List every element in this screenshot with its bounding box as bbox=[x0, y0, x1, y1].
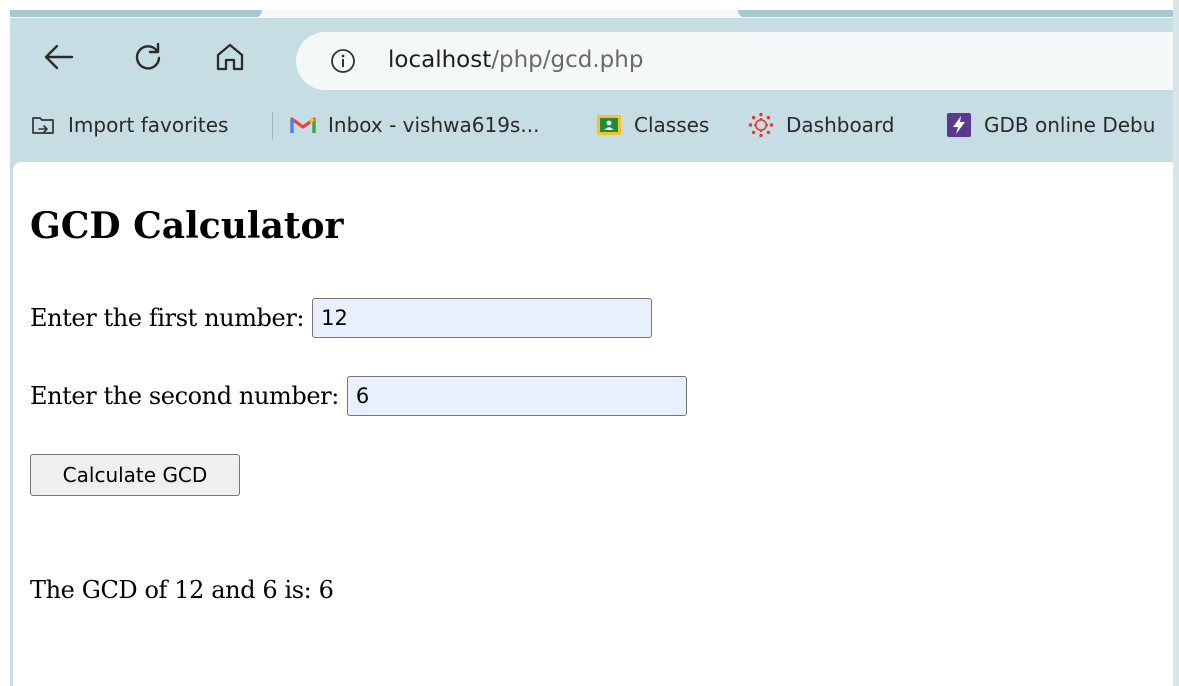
bookmark-label: GDB online Debu bbox=[984, 113, 1156, 137]
canvas-lms-icon bbox=[748, 112, 774, 138]
browser-window: localhost/php/gcd.php Import favorites I… bbox=[10, 10, 1173, 686]
bookmarks-bar: Import favorites Inbox - vishwa619s... C… bbox=[10, 102, 1173, 148]
bookmark-label: Classes bbox=[634, 113, 710, 137]
gmail-icon bbox=[290, 112, 316, 138]
gdb-lightning-icon bbox=[946, 112, 972, 138]
first-number-label: Enter the first number: bbox=[30, 304, 305, 332]
import-favorites-icon bbox=[30, 112, 56, 138]
refresh-button[interactable] bbox=[128, 37, 168, 77]
url-text[interactable]: localhost/php/gcd.php bbox=[388, 45, 643, 75]
browser-toolbar: localhost/php/gcd.php bbox=[10, 17, 1173, 95]
second-number-row: Enter the second number: bbox=[30, 376, 687, 416]
first-number-row: Enter the first number: bbox=[30, 298, 653, 338]
gcd-result: The GCD of 12 and 6 is: 6 bbox=[30, 576, 334, 604]
page-title: GCD Calculator bbox=[30, 205, 344, 247]
url-path: /php/gcd.php bbox=[491, 47, 644, 73]
bookmark-label: Inbox - vishwa619s... bbox=[328, 113, 540, 137]
url-host: localhost bbox=[388, 47, 492, 73]
page-content: GCD Calculator Enter the first number: E… bbox=[13, 162, 1173, 686]
bookmark-inbox[interactable]: Inbox - vishwa619s... bbox=[290, 110, 539, 140]
bookmark-label: Import favorites bbox=[68, 113, 229, 137]
back-button[interactable] bbox=[39, 37, 79, 77]
home-icon bbox=[216, 43, 244, 71]
home-button[interactable] bbox=[210, 37, 250, 77]
tab-strip-left bbox=[10, 10, 262, 17]
window-right-edge bbox=[1173, 0, 1179, 686]
bookmark-classes[interactable]: Classes bbox=[596, 110, 709, 140]
refresh-icon bbox=[135, 42, 161, 70]
bookmark-gdb-online[interactable]: GDB online Debu bbox=[946, 110, 1155, 140]
bookmark-import-favorites[interactable]: Import favorites bbox=[30, 110, 228, 140]
bookmark-dashboard[interactable]: Dashboard bbox=[748, 110, 895, 140]
address-bar[interactable]: localhost/php/gcd.php bbox=[296, 32, 1173, 90]
bookmarks-divider bbox=[272, 112, 273, 140]
first-number-input[interactable] bbox=[312, 298, 653, 338]
back-arrow-icon bbox=[44, 44, 74, 70]
tab-strip-right bbox=[738, 10, 1173, 17]
site-info-icon[interactable] bbox=[330, 48, 356, 74]
bookmark-label: Dashboard bbox=[786, 113, 895, 137]
second-number-label: Enter the second number: bbox=[30, 382, 339, 410]
second-number-input[interactable] bbox=[346, 376, 687, 416]
google-classroom-icon bbox=[596, 112, 622, 138]
calculate-gcd-button[interactable]: Calculate GCD bbox=[30, 454, 240, 496]
